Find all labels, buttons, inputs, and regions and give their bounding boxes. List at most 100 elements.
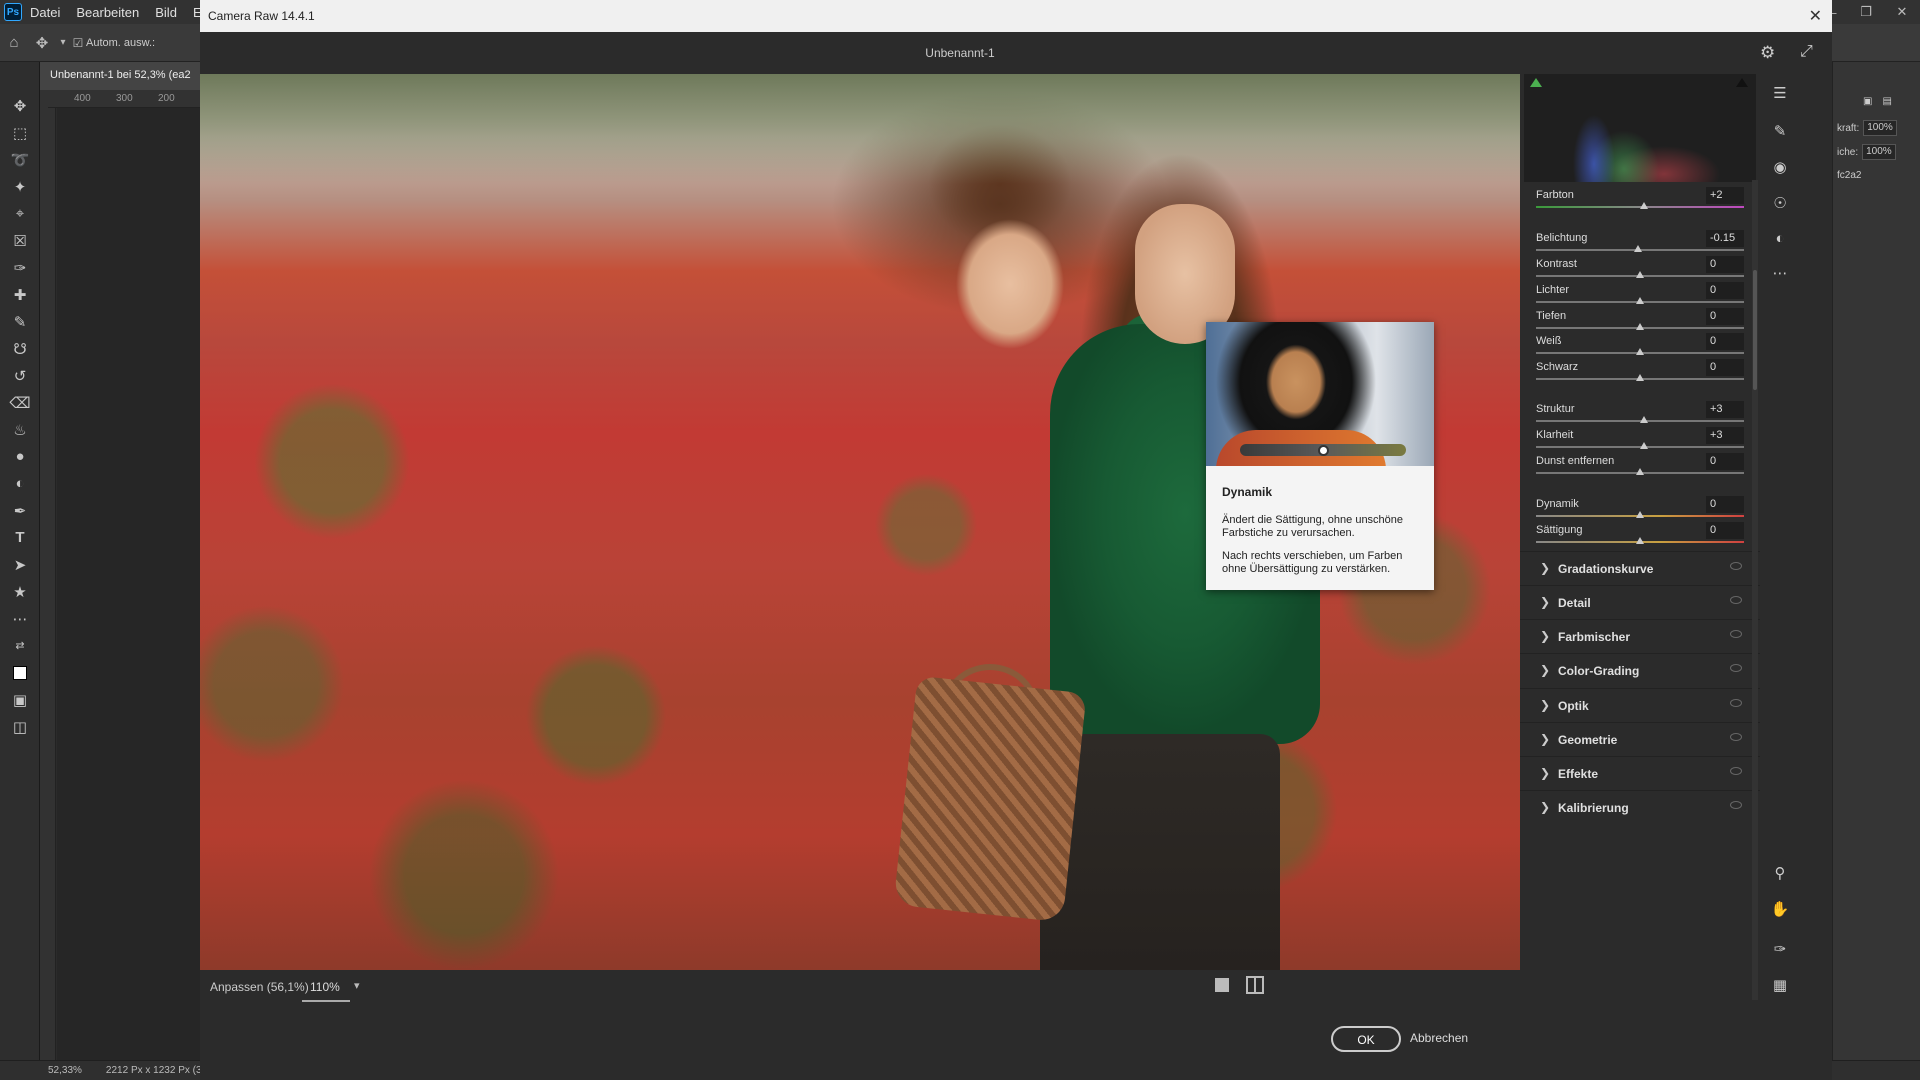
ok-button[interactable]: OK <box>1331 1026 1401 1052</box>
move-tool-icon[interactable]: ✥ <box>28 34 56 52</box>
section-effekte[interactable]: ❯ Effekte <box>1520 756 1760 790</box>
healing-icon[interactable]: ✎ <box>1770 122 1790 140</box>
eraser-icon[interactable]: ⌫ <box>0 389 40 416</box>
screen-mode-icon[interactable]: ◫ <box>0 713 40 740</box>
section-gradationskurve[interactable]: ❯ Gradationskurve <box>1520 551 1760 585</box>
section-optik[interactable]: ❯ Optik <box>1520 688 1760 722</box>
masking-icon[interactable]: ◉ <box>1770 158 1790 176</box>
visibility-eye-icon[interactable] <box>1730 664 1742 672</box>
slider-thumb[interactable] <box>1640 416 1649 423</box>
ps-document-tab[interactable]: Unbenannt-1 bei 52,3% (ea2 <box>40 62 200 90</box>
chevron-right-icon[interactable]: ❯ <box>1540 732 1550 746</box>
section-geometrie[interactable]: ❯ Geometrie <box>1520 722 1760 756</box>
slider-thumb[interactable] <box>1640 202 1649 209</box>
artboard-icon[interactable]: ▣ <box>1863 96 1872 107</box>
history-brush-icon[interactable]: ↺ <box>0 362 40 389</box>
dodge-icon[interactable]: ◐ <box>0 470 40 497</box>
quick-mask-icon[interactable]: ▣ <box>0 686 40 713</box>
slider-thumb[interactable] <box>1636 297 1644 304</box>
gear-icon[interactable]: ⚙ <box>1760 43 1775 63</box>
visibility-eye-icon[interactable] <box>1730 733 1742 741</box>
section-color-grading[interactable]: ❯ Color-Grading <box>1520 653 1760 687</box>
slider-value-field[interactable]: +2 <box>1706 187 1744 204</box>
edit-sliders-icon[interactable]: ☰ <box>1770 84 1790 102</box>
marquee-icon[interactable]: ⬚ <box>0 119 40 146</box>
slider-value-field[interactable]: +3 <box>1706 401 1744 418</box>
red-eye-icon[interactable]: ☉ <box>1770 194 1790 212</box>
chevron-right-icon[interactable]: ❯ <box>1540 800 1550 814</box>
stamp-icon[interactable]: ☋ <box>0 335 40 362</box>
fit-zoom-label[interactable]: Anpassen (56,1%) <box>210 980 309 994</box>
slider-thumb[interactable] <box>1636 271 1644 278</box>
chevron-right-icon[interactable]: ❯ <box>1540 629 1550 643</box>
slider-value-field[interactable]: 0 <box>1706 453 1744 470</box>
slider-value-field[interactable]: 0 <box>1706 282 1744 299</box>
shadow-clipping-warning-icon[interactable] <box>1530 78 1542 87</box>
dialog-close-icon[interactable]: ✕ <box>1809 6 1822 26</box>
fullscreen-icon[interactable]: ⤢ <box>1800 43 1813 61</box>
slider-thumb[interactable] <box>1636 537 1644 544</box>
hand-icon[interactable]: ✋ <box>1770 900 1790 918</box>
magic-wand-icon[interactable]: ✦ <box>0 173 40 200</box>
slider-thumb[interactable] <box>1633 245 1642 252</box>
fill-field[interactable]: 100% <box>1862 144 1897 160</box>
slider-thumb[interactable] <box>1636 323 1644 330</box>
lock-icon[interactable]: ▤ <box>1882 96 1891 107</box>
slider-value-field[interactable]: -0.15 <box>1706 230 1744 247</box>
more-options-icon[interactable]: ⋯ <box>1770 264 1790 282</box>
compare-view-icon[interactable] <box>1246 976 1264 994</box>
slider-value-field[interactable]: +3 <box>1706 427 1744 444</box>
presets-icon[interactable]: ◐ <box>1770 230 1790 247</box>
chevron-down-icon[interactable]: ▾ <box>56 37 70 48</box>
eyedropper-icon[interactable]: ✑ <box>0 254 40 281</box>
blur-icon[interactable]: ● <box>0 443 40 470</box>
menu-datei[interactable]: Datei <box>30 5 60 20</box>
slider-thumb[interactable] <box>1636 348 1644 355</box>
cancel-button[interactable]: Abbrechen <box>1410 1031 1468 1045</box>
slider-value-field[interactable]: 0 <box>1706 256 1744 273</box>
chevron-right-icon[interactable]: ❯ <box>1540 663 1550 677</box>
lasso-icon[interactable]: ➰ <box>0 146 40 173</box>
single-view-icon[interactable] <box>1215 978 1229 992</box>
section-kalibrierung[interactable]: ❯ Kalibrierung <box>1520 790 1760 824</box>
panel-scroll-thumb[interactable] <box>1753 270 1757 390</box>
healing-brush-icon[interactable]: ✚ <box>0 281 40 308</box>
slider-value-field[interactable]: 0 <box>1706 308 1744 325</box>
visibility-eye-icon[interactable] <box>1730 801 1742 809</box>
visibility-eye-icon[interactable] <box>1730 767 1742 775</box>
slider-thumb[interactable] <box>1636 511 1644 518</box>
swap-colors-icon[interactable]: ⇄ <box>0 632 40 659</box>
menu-bearbeiten[interactable]: Bearbeiten <box>76 5 139 20</box>
slider-value-field[interactable]: 0 <box>1706 522 1744 539</box>
home-icon[interactable]: ⌂ <box>0 34 28 51</box>
slider-value-field[interactable]: 0 <box>1706 333 1744 350</box>
more-tools-icon[interactable]: ⋯ <box>0 605 40 632</box>
checkbox-icon[interactable]: ☑ <box>70 36 86 50</box>
type-icon[interactable]: T <box>0 524 40 551</box>
chevron-right-icon[interactable]: ❯ <box>1540 698 1550 712</box>
chevron-right-icon[interactable]: ❯ <box>1540 766 1550 780</box>
color-swatches-icon[interactable] <box>0 659 40 686</box>
layer-row[interactable]: fc2a2 <box>1837 170 1861 181</box>
opacity-field[interactable]: 100% <box>1863 120 1898 136</box>
move-icon[interactable]: ✥ <box>0 92 40 119</box>
slider-thumb[interactable] <box>1640 442 1649 449</box>
section-detail[interactable]: ❯ Detail <box>1520 585 1760 619</box>
chevron-right-icon[interactable]: ❯ <box>1540 561 1550 575</box>
sampler-icon[interactable]: ✑ <box>1770 940 1790 958</box>
slider-value-field[interactable]: 0 <box>1706 359 1744 376</box>
slider-value-field[interactable]: 0 <box>1706 496 1744 513</box>
zoom-icon[interactable]: ⚲ <box>1770 864 1790 882</box>
grid-icon[interactable]: ▦ <box>1770 976 1790 994</box>
pen-icon[interactable]: ✒ <box>0 497 40 524</box>
frame-icon[interactable]: ☒ <box>0 227 40 254</box>
highlight-clipping-warning-icon[interactable] <box>1736 78 1748 87</box>
paint-bucket-icon[interactable]: ♨ <box>0 416 40 443</box>
path-selection-icon[interactable]: ➤ <box>0 551 40 578</box>
slider-thumb[interactable] <box>1636 374 1644 381</box>
visibility-eye-icon[interactable] <box>1730 630 1742 638</box>
brush-icon[interactable]: ✎ <box>0 308 40 335</box>
chevron-right-icon[interactable]: ❯ <box>1540 595 1550 609</box>
visibility-eye-icon[interactable] <box>1730 596 1742 604</box>
slider-thumb[interactable] <box>1636 468 1644 475</box>
